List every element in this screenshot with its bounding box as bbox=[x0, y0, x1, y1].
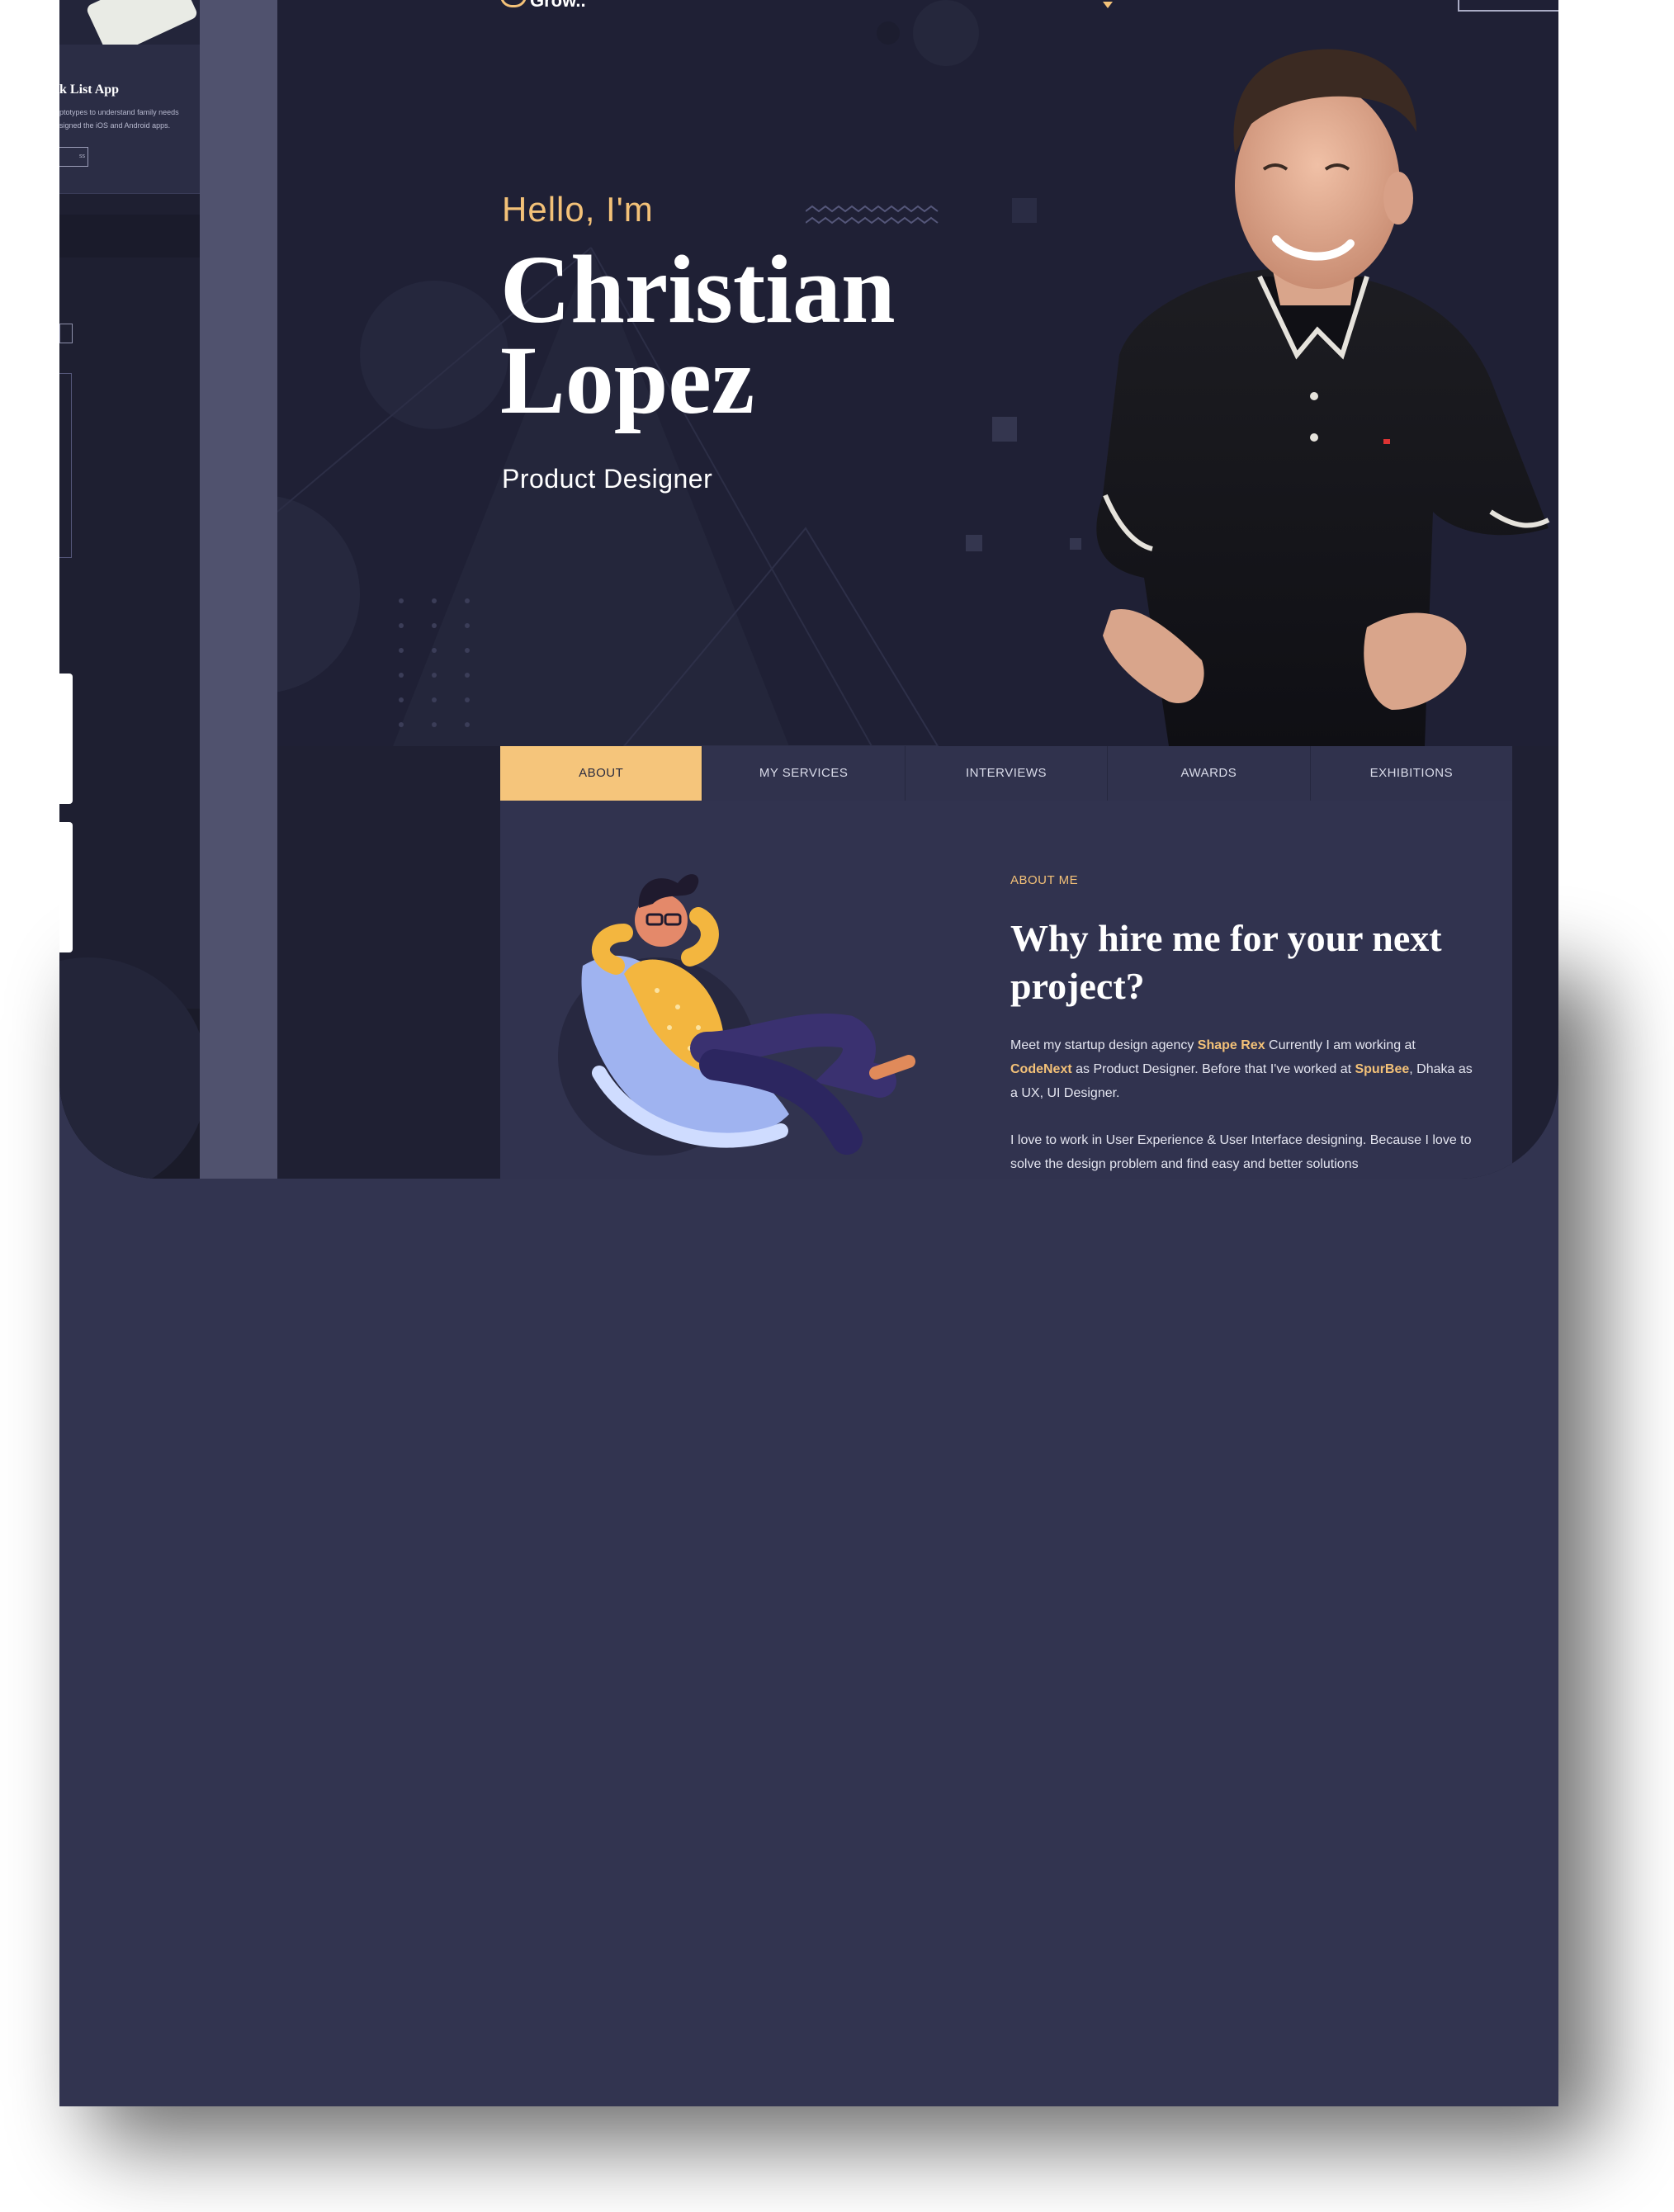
project-card-title: k List App bbox=[59, 83, 120, 97]
tab-awards[interactable]: AWARDS bbox=[1108, 746, 1311, 801]
page-gap-divider bbox=[200, 0, 277, 1179]
side-page-preview: k List App ptotypes to understand family… bbox=[59, 0, 208, 1179]
project-card[interactable]: k List App ptotypes to understand family… bbox=[59, 45, 200, 194]
bio-paragraph: Meet my startup design agency Shape Rex … bbox=[1010, 1033, 1473, 1105]
description-line: ptotypes to understand family needs bbox=[59, 108, 179, 116]
tab-exhibitions[interactable]: EXHIBITIONS bbox=[1311, 746, 1512, 801]
profile-tabs: ABOUT MY SERVICES INTERVIEWS AWARDS EXHI… bbox=[500, 746, 1512, 801]
about-section: ABOUT ME Why hire me for your next proje… bbox=[500, 801, 1512, 1179]
form-input[interactable] bbox=[59, 324, 73, 343]
decorative-circle bbox=[59, 957, 208, 1179]
white-card bbox=[59, 822, 73, 952]
form-textarea[interactable] bbox=[59, 373, 72, 558]
description-line: signed the iOS and Android apps. bbox=[59, 121, 171, 130]
hero-section: Grow.. Hello, I'm Christian Lopez Produc… bbox=[277, 0, 1558, 746]
bio-paragraph: I love to work in User Experience & User… bbox=[1010, 1133, 1472, 1171]
tab-interviews[interactable]: INTERVIEWS bbox=[906, 746, 1109, 801]
app-thumbnail bbox=[59, 0, 200, 59]
about-bio: Meet my startup design agency Shape Rex … bbox=[1010, 1033, 1473, 1179]
tab-about[interactable]: ABOUT bbox=[500, 746, 703, 801]
bio-text: Meet my startup design agency bbox=[1010, 1038, 1198, 1052]
section-strip bbox=[59, 215, 200, 258]
company-link-codenext[interactable]: CodeNext bbox=[1010, 1062, 1072, 1076]
about-kicker: ABOUT ME bbox=[1010, 873, 1079, 887]
relaxing-person-illustration bbox=[558, 874, 915, 1156]
company-link-shape-rex[interactable]: Shape Rex bbox=[1198, 1038, 1265, 1052]
white-card bbox=[59, 674, 73, 804]
project-card-button[interactable]: ss bbox=[59, 147, 88, 167]
website-screen: k List App ptotypes to understand family… bbox=[59, 0, 1558, 1179]
project-card-description: ptotypes to understand family needs sign… bbox=[59, 106, 198, 132]
company-link-spurbee[interactable]: SpurBee bbox=[1355, 1062, 1409, 1076]
about-headline: Why hire me for your next project? bbox=[1010, 917, 1442, 1007]
bio-text: as Product Designer. Before that I've wo… bbox=[1071, 1062, 1355, 1076]
bio-text: Currently I am working at bbox=[1265, 1038, 1416, 1052]
tab-my-services[interactable]: MY SERVICES bbox=[702, 746, 906, 801]
portrait-photo bbox=[1096, 49, 1550, 746]
device-frame: k List App ptotypes to understand family… bbox=[59, 0, 1558, 2106]
